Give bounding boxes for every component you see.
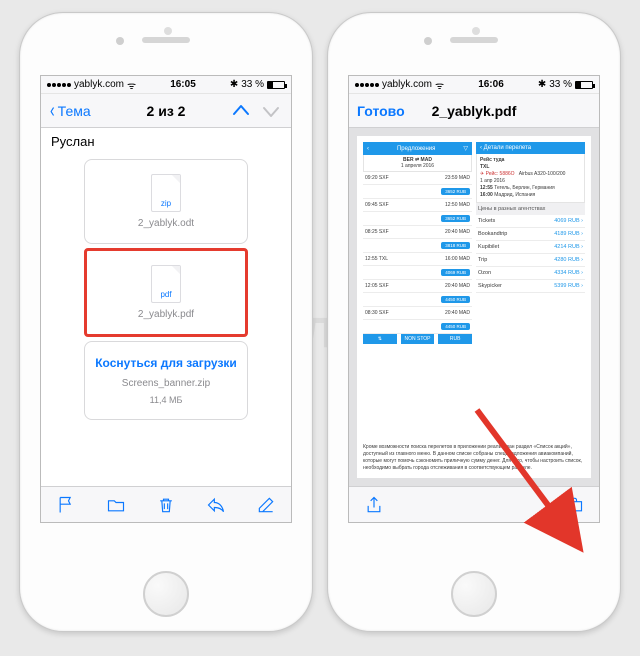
bluetooth-icon: ✱ (538, 79, 546, 90)
attachment-filename: 2_yablyk.odt (138, 218, 194, 229)
agent-row: Trip4280 RUB › (476, 254, 585, 267)
share-button[interactable] (363, 494, 385, 516)
prev-message-button[interactable] (229, 99, 253, 123)
pdf-page: ‹Предложения▽ BER ⇌ MAD1 апреля 2016 09:… (357, 136, 591, 478)
pdf-col-offers: ‹Предложения▽ BER ⇌ MAD1 апреля 2016 09:… (363, 142, 472, 436)
status-time: 16:05 (136, 79, 230, 90)
flight-row: 08:30 SXF20:40 MAD (363, 307, 472, 320)
signal-dots-icon (355, 83, 379, 87)
trash-button[interactable] (155, 494, 177, 516)
signal-dots-icon (47, 83, 71, 87)
status-time: 16:06 (444, 79, 538, 90)
file-icon: zip (151, 174, 181, 212)
battery-percent: 33 % (549, 79, 572, 90)
back-button[interactable]: ‹ Тема (49, 101, 91, 121)
carrier-label: yablyk.com (382, 79, 432, 90)
battery-percent: 33 % (241, 79, 264, 90)
attachment-pdf-highlighted[interactable]: pdf 2_yablyk.pdf (84, 248, 248, 337)
compose-button[interactable] (255, 494, 277, 516)
agent-row: Bookandtrip4189 RUB › (476, 228, 585, 241)
battery-icon (575, 81, 593, 89)
attachment-filename: 2_yablyk.pdf (138, 309, 194, 320)
flight-row: 08:25 SXF20:40 MAD (363, 226, 472, 239)
battery-icon (267, 81, 285, 89)
home-button[interactable] (451, 571, 497, 617)
tap-to-download-label: Коснуться для загрузки (95, 356, 237, 372)
flight-row: 12:55 TXL16:00 MAD (363, 253, 472, 266)
carrier-label: yablyk.com (74, 79, 124, 90)
mail-body: Руслан zip 2_yablyk.odt pdf 2_yablyk.pdf… (41, 128, 291, 486)
file-icon: pdf (151, 265, 181, 303)
flight-price-row: 3652 RUB (363, 212, 472, 226)
bottom-toolbar (41, 486, 291, 522)
agent-row: Kupibilet4214 RUB › (476, 241, 585, 254)
status-bar: yablyk.com ᯤ 16:06 ✱ 33 % (349, 76, 599, 94)
back-label: Тема (58, 103, 91, 119)
flight-price-row: 4069 RUB (363, 266, 472, 280)
attachment-filename: Screens_banner.zip (122, 378, 210, 389)
chevron-left-icon: ‹ (50, 101, 55, 121)
pdf-preview[interactable]: ‹Предложения▽ BER ⇌ MAD1 апреля 2016 09:… (349, 128, 599, 486)
attachment-size: 11,4 МБ (150, 395, 183, 405)
flight-price-row: 4450 RUB (363, 320, 472, 334)
bottom-toolbar (349, 486, 599, 522)
reply-button[interactable] (205, 494, 227, 516)
phone-right: yablyk.com ᯤ 16:06 ✱ 33 % Готово 2_yably… (327, 12, 621, 632)
agent-row: Tickets4069 RUB › (476, 215, 585, 228)
flight-row: 09:20 SXF23:59 MAD (363, 172, 472, 185)
screen-right: yablyk.com ᯤ 16:06 ✱ 33 % Готово 2_yably… (348, 75, 600, 523)
attachment-odt[interactable]: zip 2_yablyk.odt (84, 159, 248, 244)
screen-left: yablyk.com ᯤ 16:05 ✱ 33 % ‹ Тема 2 (40, 75, 292, 523)
home-button[interactable] (143, 571, 189, 617)
agent-row: Ozon4334 RUB › (476, 267, 585, 280)
done-button[interactable]: Готово (357, 103, 405, 119)
nav-bar: ‹ Тема 2 из 2 (41, 94, 291, 128)
briefcase-button[interactable] (563, 494, 585, 516)
flight-price-row: 3818 RUB (363, 239, 472, 253)
flight-row: 09:45 SXF12:50 MAD (363, 199, 472, 212)
flag-button[interactable] (55, 494, 77, 516)
next-message-button[interactable] (259, 99, 283, 123)
wifi-icon: ᯤ (435, 78, 444, 92)
move-button[interactable] (105, 494, 127, 516)
sender-name: Руслан (41, 128, 291, 155)
attachment-download[interactable]: Коснуться для загрузки Screens_banner.zi… (84, 341, 248, 420)
wifi-icon: ᯤ (127, 78, 136, 92)
bluetooth-icon: ✱ (230, 79, 238, 90)
flight-price-row: 3652 RUB (363, 185, 472, 199)
status-bar: yablyk.com ᯤ 16:05 ✱ 33 % (41, 76, 291, 94)
pdf-col-details: ‹ Детали перелета Рейс туда TXL ✈ Рейс: … (476, 142, 585, 436)
pdf-paragraph: Кроме возможности поиска перелетов в при… (363, 440, 585, 472)
flight-price-row: 4450 RUB (363, 293, 472, 307)
phone-left: yablyk.com ᯤ 16:05 ✱ 33 % ‹ Тема 2 (19, 12, 313, 632)
agent-row: Skypicker5399 RUB › (476, 280, 585, 293)
flight-row: 12:05 SXF20:40 MAD (363, 280, 472, 293)
nav-bar: Готово 2_yablyk.pdf (349, 94, 599, 128)
